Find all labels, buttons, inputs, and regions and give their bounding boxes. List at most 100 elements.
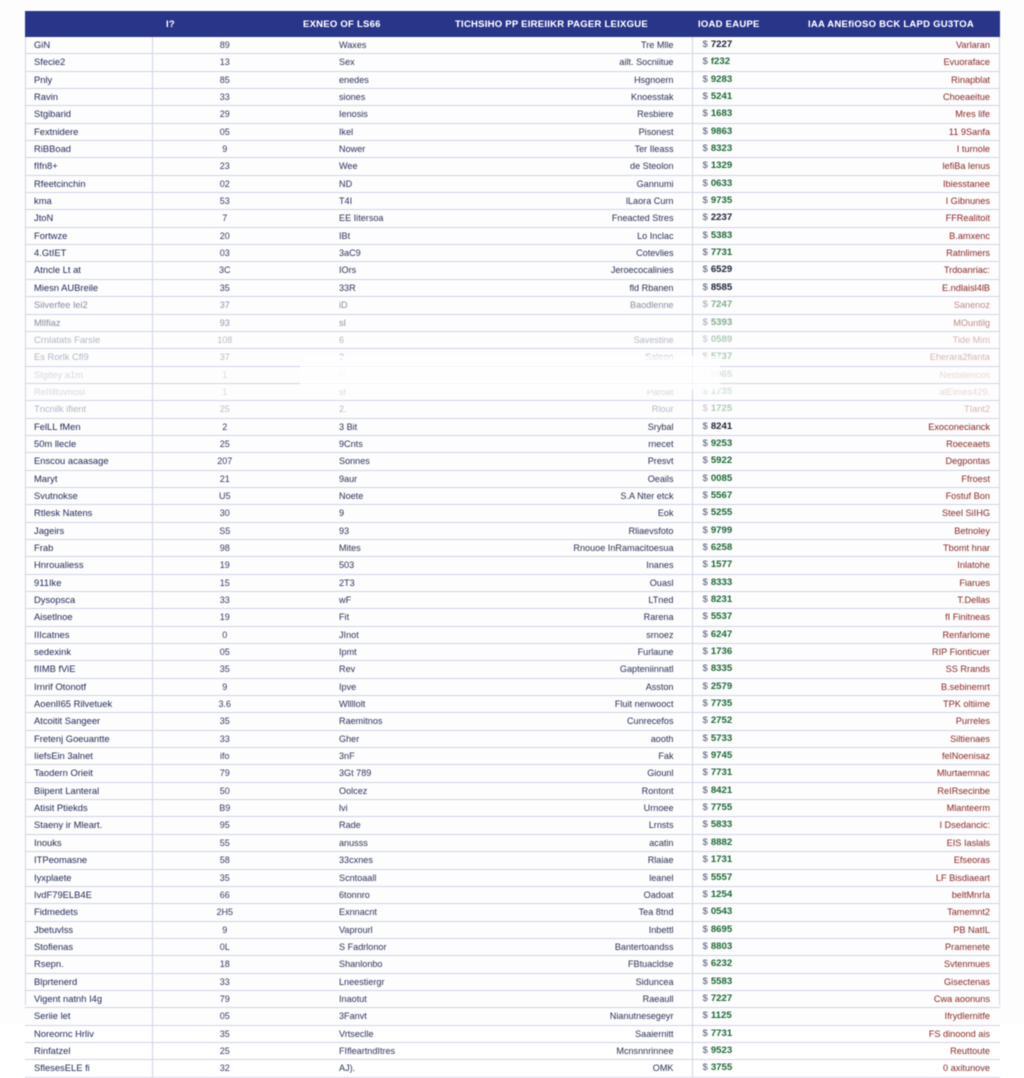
table-row[interactable]: Maryt 21 9aur Oeails $0085 Ffroest [25,470,1000,488]
table-cell-c3: Saaiernitt [449,1025,692,1043]
column-header-4[interactable]: IOAD EAUPE [692,11,802,37]
table-row[interactable]: Noreornc Hrliv 35 Vrtseclle Saaiernitt $7731… [25,1025,1000,1043]
table-row[interactable]: Sfecie2 13 Sex ailt. Socniitue $ f232 Evuorafa… [25,53,1000,72]
table-row[interactable]: Irnrif Otonotf 9 Ipve Asston $2579 B.sebinemr… [25,678,1000,697]
table-cell-c3: Rliaevsfoto [449,522,692,540]
table-row[interactable]: Siiverfee lei2 37 iD Baodlenne $7247 Sanenoz [25,296,1000,315]
table-cell-c2: AJ). [297,1059,449,1078]
table-cell-c2: enedes [297,71,449,90]
table-row[interactable]: GiN 89 Waxes Tre Mlle $7227 Varlaran [25,37,1000,55]
table-row[interactable]: Aisetlnoe 19 Fit Rarena $5537 fI Finitneas [25,608,1000,627]
table-row[interactable]: JtoN 7 EE Iitersoa Fneacted Stres $2237 FFRea… [25,209,1000,228]
currency-symbol: $ [702,56,708,68]
table-row[interactable]: Jbetuvlss 9 Vaprourl Inbettl $8695 PB NatIL [25,921,1000,939]
table-row[interactable]: SflesesELE fi 32 AJ). OMK $3755 0 axitunove [25,1059,1000,1078]
table-row[interactable]: Pnly 85 enedes Hsgnoern $9283 Rinapblat [25,71,1000,90]
table-cell-c2: 3 Bit [297,418,449,436]
table-cell-c5: Rinapblat [802,71,1000,90]
table-cell-c1: 50 [151,782,297,801]
table-row[interactable]: ITPeomasne 58 33cxnes Rlaiae $1731 Efseoras [25,851,1000,870]
table-cell-c2: Shanlonbo [297,955,449,974]
table-row[interactable]: kma 53 T4I lLaora Curn $9735 I Gibnunes [25,192,1000,211]
table-row[interactable]: Crnlatats Farsle 108 6 Savestine $0589 Tide M… [25,331,1000,350]
table-row[interactable]: Fidmedets 2H5 Exnnacnt Tea 8tnd $0543 Tamemnt… [25,903,1000,922]
table-row[interactable]: ReIIiltuvnosi 1 sf Paroat $1735 alEimes429. [25,383,1000,402]
table-cell-c1: 66 [151,886,297,905]
table-row[interactable]: Stofienas 0L S Fadrlonor Bantertoandss $8803… [25,938,1000,957]
currency-symbol: $ [702,594,708,605]
table-cell-c2: 33cxnes [297,851,449,870]
table-cell-c1: 15 [151,574,297,593]
table-row[interactable]: Biipent Lanteral 50 Oolcez Rontont $8421 ReIR… [25,782,1000,801]
table-row[interactable]: IiefsEin 3alnet ifo 3nF Fak $9745 felNoenisaz [25,747,1000,766]
table-row[interactable]: 4.GtIET 03 3aC9 Cotevlies $7731 Ratnlimers [25,244,1000,263]
table-row[interactable]: Stgibarid 29 Ienosis Resbiere $1683 Mres life [25,105,1000,124]
table-row[interactable]: Blprtenerd 33 Lneestiergr Siduncea $5583 Gise… [25,973,1000,991]
table-row[interactable]: fIfn8+ 23 Wee de Steolon $1329 lefiBa lenus [25,157,1000,176]
table-row[interactable]: sedexink 05 Ipmt Furlaune $1736 RIP Fionticue… [25,643,1000,662]
currency-symbol: $ [702,646,708,658]
table-row[interactable]: IIIcatnes 0 JInot srnoez $6247 Renfarlome [25,626,1000,645]
table-cell-c1: U5 [151,487,297,506]
table-row[interactable]: RiBBoad 9 Nower Ter Ileass $8323 I turnole [25,140,1000,159]
table-row[interactable]: Iyxplaete 35 Scntoaall leanel $5557 LF Bisdia… [25,869,1000,887]
table-cell-c2: Vaprourl [297,921,449,939]
table-cell-c5: Ffroest [802,470,1000,488]
table-row[interactable]: Fretenj Goeuantte 33 Gher aooth $5733 Siltien… [25,730,1000,749]
column-header-3[interactable]: TICHSIHO PP EIREIIKR PAGER LEIXGUE [449,11,692,37]
table-cell-c1: 23 [151,157,297,176]
table-cell-c4: $1254 [691,886,802,905]
table-row[interactable]: Atisit Ptiekds B9 lvi Urnoee $7755 Mlanteerm [25,799,1000,818]
table-cell-c0: Rfeetcinchin [25,175,152,194]
table-cell-c1: 7 [151,209,297,228]
table-cell-c3: Fak [449,747,692,766]
table-row[interactable]: Staeny ir Mleart. 95 Rade Lrnsts $5833 I Dsed… [25,816,1000,835]
table-row[interactable]: Enscou acaasage 207 Sonnes Presvt $5922 Degpo… [25,452,1000,471]
table-row[interactable]: Fortwze 20 IBt Lo Inclac $5383 B.amxenc [25,227,1000,246]
table-cell-c4: $0065 [691,366,802,384]
table-cell-c3: Savestine [449,331,692,350]
table-cell-c0: Slgitey a1m [25,366,152,384]
table-row[interactable]: Svutnokse U5 Noete S.A Nter etck $5567 Fostuf… [25,487,1000,506]
table-cell-c0: Rinfatzel [25,1042,152,1061]
table-row[interactable]: Atncle Lt at 3C IOrs Jeroecocalinies $6529 Tr… [25,261,1000,280]
table-row[interactable]: Inouks 55 anusss acatin $8882 EIS Iaslals [25,834,1000,853]
table-row[interactable]: Rsepn. 18 Shanlonbo FBtuacldse $6232 Svtenmue… [25,955,1000,974]
table-row[interactable]: Tncnilk ifient 25 2. Rlour $1725 TIant2 [25,400,1000,419]
table-row[interactable]: Hnroualiess 19 503 Inanes $1577 Inlatohe [25,556,1000,575]
table-row[interactable]: Mllfiaz 93 sI $5393 MOuntilg [25,314,1000,332]
table-row[interactable]: Rtlesk Natens 30 9 Eok $5255 Steel SiIHG [25,504,1000,523]
table-row[interactable]: Ravin 33 siones Knoesstak $5241 Choeaeitue [25,88,1000,107]
table-row[interactable]: Dysopsca 33 wF LTned $8231 T.Dellas [25,591,1000,610]
table-row[interactable]: Slgitey a1m 1 N $0065 Nestalencos [25,366,1000,384]
table-row[interactable]: 911Ike 15 2T3 Ouasl $8333 Fiarues [25,574,1000,593]
table-row[interactable]: AoenlI65 Rilvetuek 3.6 Wllllolt Fluit nenwo… [25,695,1000,714]
column-header-1[interactable]: I? [152,11,297,37]
table-row[interactable]: Rfeetcinchin 02 ND Gannumi $0633 Ibiesstanee [25,175,1000,194]
column-header-2[interactable]: EXNEO OF LS66 [297,11,449,37]
table-row[interactable]: 50m llecle 25 9Cnts rnecet $9253 Roeceaets [25,435,1000,454]
table-cell-c0: Atcoitit Sangeer [25,712,152,731]
table-row[interactable]: IvdF79ELB4E 66 6tonnro Oadoat $1254 beltMnrIa [25,886,1000,905]
table-cell-c4: $9283 [691,71,802,90]
table-row[interactable]: Fextnidere 05 Ikel Pisonest $9863 11 9Sanfa [25,123,1000,142]
table-row[interactable]: Es Rorlk Cfl9 37 2 Saleon $5737 Eherara2fiant… [25,348,1000,367]
currency-symbol: $ [702,472,708,484]
table-row[interactable]: Rinfatzel 25 FIfleartndItres Mcnsnnrinnee $9… [25,1042,1000,1061]
table-row[interactable]: Frab 98 Mites Rnouoe InRamacitoesua $6258 Tbo… [25,539,1000,558]
column-header-5[interactable]: IAA ANEfiOSO BCK LAPD GU3TOA [802,11,1000,37]
table-row[interactable]: Miesn AUBreile 35 33R fld Rbanen $8585 E.ndla… [25,279,1000,298]
column-header-0[interactable] [25,11,152,37]
table-row[interactable]: Taodern Orieit 79 3Gt 789 Giounl $7731 Mlurta… [25,764,1000,783]
amount-value: 7227 [710,39,733,50]
currency-symbol: $ [702,888,708,900]
table-cell-c2: Oolcez [297,782,449,801]
table-row[interactable]: Vigent natnh I4g 79 Inaotut Raeaull $7227 Cwa… [25,990,1000,1009]
table-row[interactable]: fIIMB fViE 35 Rev Gapteniinnatl $8335 SS Rran… [25,660,1000,679]
table-cell-c3 [449,314,692,332]
table-row[interactable]: FelLL fMen 2 3 Bit Srybal $8241 Exoconecianck [25,418,1000,436]
table-row[interactable]: Jageirs S5 93 Rliaevsfoto $9799 Betnoley [25,522,1000,540]
table-row[interactable]: Atcoitit Sangeer 35 Raemitnos Cunrecefos $27… [25,712,1000,731]
table-row[interactable]: Seriie let 05 3Fanvt Nianutnesegeyr $1125 Ifr… [25,1007,1000,1026]
table-cell-c4: $7731 [691,244,802,263]
